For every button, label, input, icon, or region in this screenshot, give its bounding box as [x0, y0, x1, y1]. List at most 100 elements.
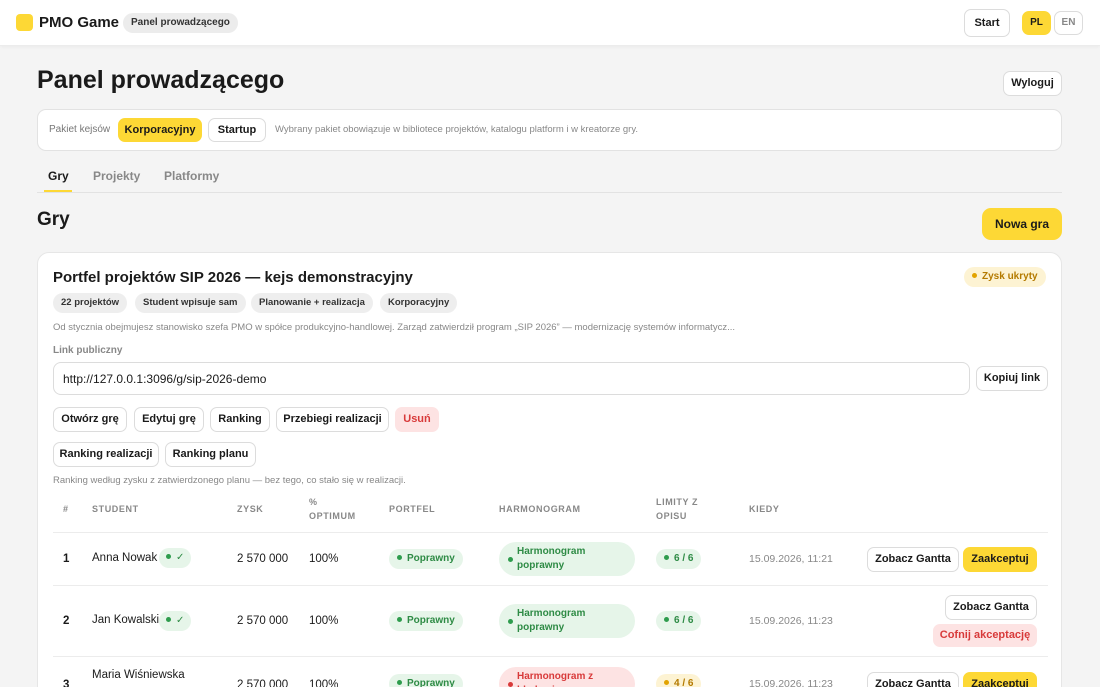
profit-cell: 2 570 000	[237, 679, 289, 687]
delete-game-button[interactable]: Usuń	[395, 407, 439, 432]
top-bar: PMO Game Panel prowadzącego Start PL EN	[0, 0, 1100, 46]
tabs-divider	[37, 192, 1062, 193]
rank-cell: 1	[63, 553, 70, 565]
game-description: Od stycznia obejmujesz stanowisko szefa …	[53, 322, 735, 333]
status-dot-icon	[664, 617, 669, 622]
limits-label: 4 / 6	[674, 678, 694, 687]
tag-package: Korporacyjny	[380, 293, 458, 313]
student-name: Maria Wiśniewska	[92, 669, 185, 681]
portfolio-label: Poprawny	[407, 678, 455, 687]
logout-button[interactable]: Wyloguj	[1003, 71, 1062, 96]
status-dot-icon	[508, 557, 513, 562]
status-dot-icon	[664, 555, 669, 560]
game-card: Portfel projektów SIP 2026 — kejs demons…	[37, 252, 1062, 687]
portfolio-badge: Poprawny	[389, 611, 463, 631]
optimum-cell: 100%	[309, 679, 339, 687]
edit-game-button[interactable]: Edytuj grę	[134, 407, 204, 432]
status-dot-icon	[397, 680, 402, 685]
public-link-input[interactable]	[53, 362, 970, 395]
limits-label: 6 / 6	[674, 553, 694, 564]
lang-en-button[interactable]: EN	[1054, 11, 1083, 35]
role-badge: Panel prowadzącego	[123, 13, 238, 33]
row-divider	[53, 585, 1048, 586]
table-header-divider	[53, 532, 1048, 533]
profit-cell: 2 570 000	[237, 615, 289, 627]
ranking-realization-button[interactable]: Ranking realizacji	[53, 442, 159, 467]
revoke-acceptance-button[interactable]: Cofnij akceptację	[933, 624, 1037, 647]
package-selector: Pakiet kejsów Korporacyjny Startup Wybra…	[37, 109, 1062, 151]
app-title: PMO Game	[39, 14, 120, 31]
tag-input-mode: Student wpisuje sam	[135, 293, 246, 313]
col-profit: ZYSK	[237, 504, 264, 514]
optimum-cell: 100%	[309, 615, 339, 627]
tab-projekty[interactable]: Projekty	[93, 168, 140, 184]
rank-cell: 2	[63, 615, 70, 627]
col-when: KIEDY	[749, 504, 780, 514]
col-optimum-line2: OPTIMUM	[309, 511, 356, 521]
tab-platformy[interactable]: Platformy	[164, 168, 219, 184]
status-dot-icon	[397, 617, 402, 622]
page-title: Panel prowadzącego	[37, 66, 285, 94]
schedule-badge: Harmonogram z błędami	[499, 667, 635, 687]
limits-badge: 6 / 6	[656, 549, 702, 569]
when-cell: 15.09.2026, 11:23	[749, 678, 833, 687]
ranking-button[interactable]: Ranking	[210, 407, 270, 432]
when-cell: 15.09.2026, 11:23	[749, 615, 833, 627]
start-button[interactable]: Start	[964, 9, 1010, 37]
col-rank: #	[63, 504, 69, 514]
ranking-note: Ranking według zysku z zatwierdzonego pl…	[53, 475, 406, 486]
public-link-label: Link publiczny	[53, 345, 123, 356]
col-optimum-line1: %	[309, 497, 318, 507]
when-cell: 15.09.2026, 11:21	[749, 553, 833, 565]
view-gantt-button[interactable]: Zobacz Gantta	[945, 595, 1037, 620]
student-name: Anna Nowak	[92, 552, 158, 564]
package-option-startup[interactable]: Startup	[208, 118, 266, 142]
status-dot-icon	[166, 554, 171, 559]
schedule-badge: Harmonogram poprawny	[499, 604, 635, 638]
schedule-label: Harmonogram z błędami	[517, 671, 594, 687]
accept-button[interactable]: Zaakceptuj	[963, 547, 1037, 572]
col-limits-line1: LIMITY Z	[656, 497, 699, 507]
col-portfolio: PORTFEL	[389, 504, 436, 514]
checkmark-icon: ✓	[176, 615, 185, 626]
realization-runs-button[interactable]: Przebiegi realizacji	[276, 407, 389, 432]
status-badge: Zysk ukryty	[964, 267, 1046, 287]
student-name: Jan Kowalski	[92, 614, 160, 626]
accept-button[interactable]: Zaakceptuj	[963, 672, 1037, 687]
status-dot-icon	[397, 555, 402, 560]
col-student: STUDENT	[92, 504, 139, 514]
package-label: Pakiet kejsów	[49, 124, 111, 135]
ranking-plan-button[interactable]: Ranking planu	[165, 442, 256, 467]
status-dot-icon	[508, 619, 513, 624]
profit-cell: 2 570 000	[237, 553, 289, 565]
new-game-button[interactable]: Nowa gra	[982, 208, 1062, 240]
portfolio-badge: Poprawny	[389, 549, 463, 569]
view-gantt-button[interactable]: Zobacz Gantta	[867, 547, 959, 572]
col-schedule: HARMONOGRAM	[499, 504, 581, 514]
limits-label: 6 / 6	[674, 615, 694, 626]
game-title: Portfel projektów SIP 2026 — kejs demons…	[53, 269, 413, 286]
tab-gry[interactable]: Gry	[48, 168, 69, 184]
student-status-badge: ✓	[159, 611, 192, 631]
view-gantt-button[interactable]: Zobacz Gantta	[867, 672, 959, 687]
portfolio-badge: Poprawny	[389, 674, 463, 687]
schedule-label: Harmonogram poprawny	[517, 608, 586, 633]
limits-badge: 6 / 6	[656, 611, 702, 631]
section-title: Gry	[37, 209, 70, 230]
package-option-korporacyjny[interactable]: Korporacyjny	[118, 118, 202, 142]
package-note: Wybrany pakiet obowiązuje w bibliotece p…	[275, 124, 639, 135]
status-dot-icon	[166, 617, 171, 622]
rank-cell: 3	[63, 679, 70, 687]
portfolio-label: Poprawny	[407, 553, 455, 564]
status-label: Zysk ukryty	[982, 271, 1038, 282]
lang-pl-button[interactable]: PL	[1022, 11, 1051, 35]
tag-mode: Planowanie + realizacja	[251, 293, 373, 313]
checkmark-icon: ✓	[176, 552, 185, 563]
student-status-badge: ✓	[159, 548, 192, 568]
portfolio-label: Poprawny	[407, 615, 455, 626]
copy-link-button[interactable]: Kopiuj link	[976, 366, 1048, 391]
optimum-cell: 100%	[309, 553, 339, 565]
open-game-button[interactable]: Otwórz grę	[53, 407, 127, 432]
tag-projects: 22 projektów	[53, 293, 128, 313]
tab-active-indicator	[44, 190, 72, 192]
